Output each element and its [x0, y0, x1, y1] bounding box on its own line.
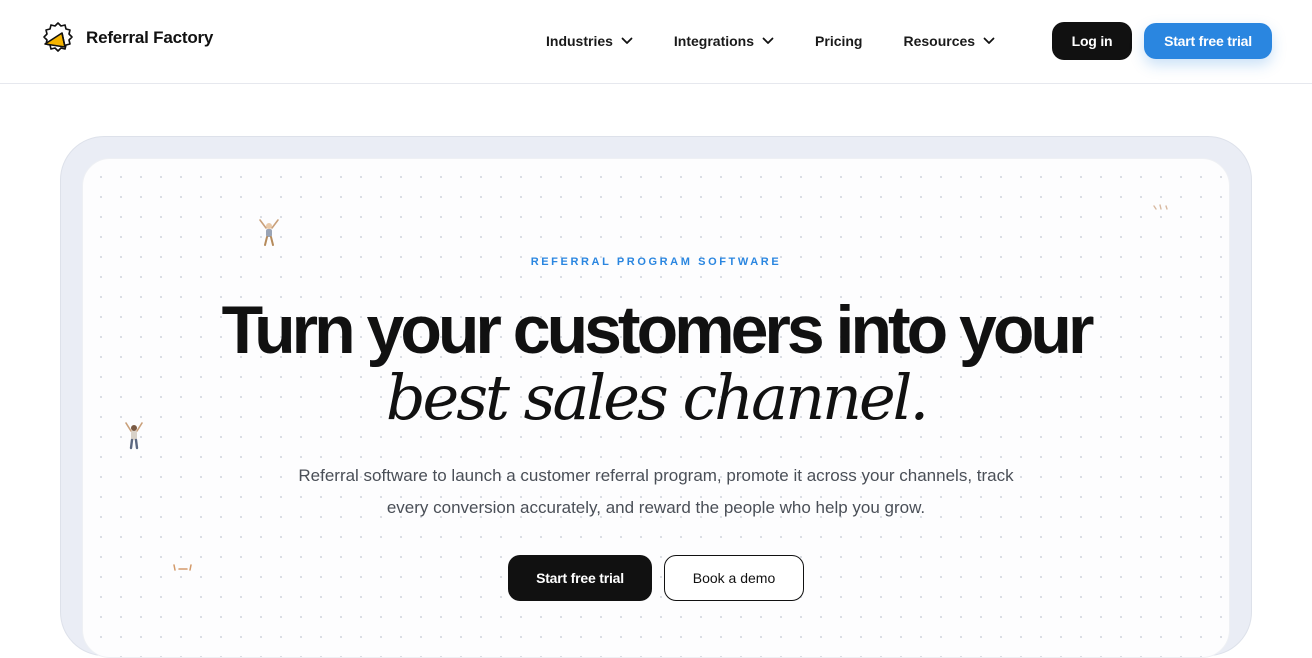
hero-eyebrow: REFERRAL PROGRAM SOFTWARE [530, 256, 782, 268]
login-button[interactable]: Log in [1052, 22, 1132, 60]
hero-headline: Turn your customers into your best sales… [0, 292, 1312, 434]
chevron-down-icon [762, 37, 774, 44]
nav-item-pricing[interactable]: Pricing [815, 33, 862, 49]
main-nav: Industries Integrations Pricing Resource… [546, 30, 995, 52]
cheering-person-illustration [259, 219, 279, 246]
confetti-illustration [1153, 204, 1168, 210]
site-header: Referral Factory Industries Integrations… [0, 0, 1312, 84]
start-free-trial-header-button[interactable]: Start free trial [1144, 23, 1272, 59]
nav-item-industries[interactable]: Industries [546, 33, 633, 49]
brand-logo-link[interactable]: Referral Factory [40, 20, 213, 56]
hero-cta-row: Start free trial Book a demo [508, 555, 804, 601]
confetti-illustration [173, 564, 192, 571]
nav-item-resources[interactable]: Resources [904, 33, 996, 49]
start-free-trial-button[interactable]: Start free trial [508, 555, 652, 601]
brand-name: Referral Factory [86, 28, 214, 47]
referral-factory-logo-icon [43, 22, 73, 52]
nav-item-label: Pricing [815, 33, 863, 49]
nav-item-label: Resources [903, 33, 976, 49]
chevron-down-icon [983, 37, 995, 44]
hero-subtext-line-1: Referral software to launch a customer r… [298, 466, 1014, 485]
nav-item-label: Integrations [673, 33, 755, 49]
nav-item-integrations[interactable]: Integrations [674, 33, 774, 49]
hero-subtext-line-2: every conversion accurately, and reward … [386, 498, 926, 517]
nav-item-label: Industries [546, 33, 613, 49]
hero-headline-line-1: Turn your customers into your [221, 292, 1095, 368]
book-a-demo-button[interactable]: Book a demo [664, 555, 804, 601]
hero-subtext: Referral software to launch a customer r… [256, 460, 1056, 524]
hero-headline-line-2: best sales channel. [385, 361, 929, 434]
chevron-down-icon [621, 37, 633, 44]
